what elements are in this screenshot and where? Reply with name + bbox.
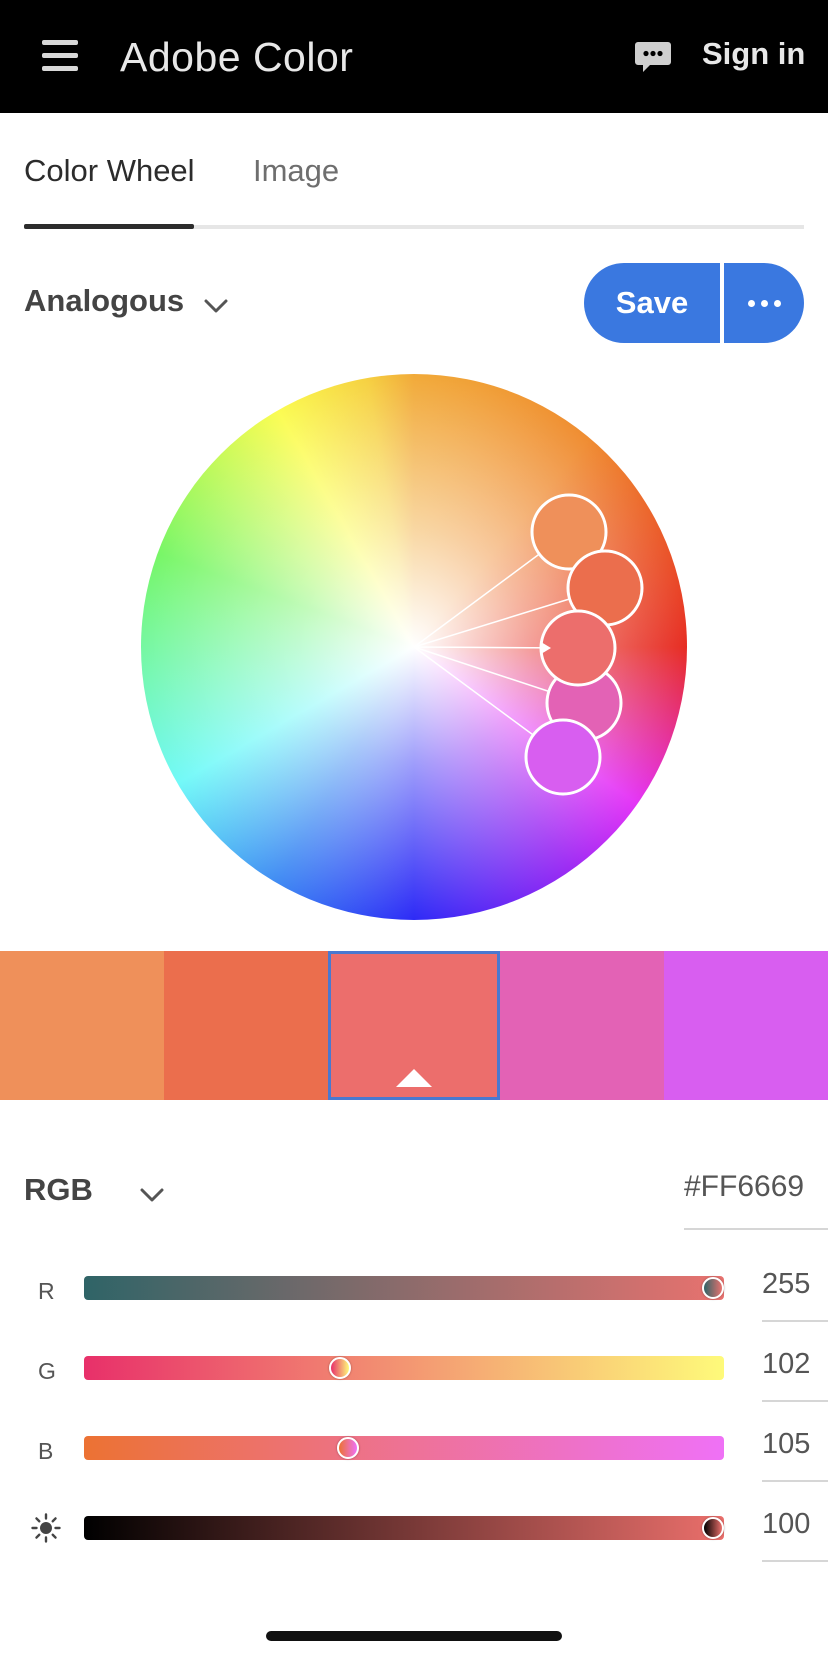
- color-wheel-handle[interactable]: [524, 718, 602, 796]
- color-wheel[interactable]: [141, 374, 687, 920]
- hex-input[interactable]: #FF6669: [684, 1170, 828, 1230]
- chat-bubble-icon[interactable]: [634, 40, 672, 74]
- slider-label: R: [38, 1278, 55, 1304]
- palette-swatch[interactable]: [664, 951, 828, 1100]
- palette-swatch[interactable]: [500, 951, 664, 1100]
- chevron-down-icon: [140, 1188, 164, 1202]
- harmony-rule-label: Analogous: [24, 283, 185, 318]
- slider-value-input[interactable]: 100: [762, 1502, 828, 1562]
- more-options-button[interactable]: [724, 263, 804, 343]
- home-indicator: [266, 1631, 562, 1641]
- slider-row: B 105: [0, 1412, 828, 1492]
- save-button[interactable]: Save: [584, 263, 720, 343]
- slider-track[interactable]: [84, 1276, 724, 1300]
- tab-image[interactable]: Image: [253, 153, 339, 189]
- slider-track[interactable]: [84, 1516, 724, 1540]
- tab-bar: Color Wheel Image: [24, 113, 804, 230]
- chevron-down-icon: [204, 299, 228, 313]
- hamburger-menu-icon[interactable]: [42, 40, 78, 72]
- slider-track[interactable]: [84, 1356, 724, 1380]
- slider-thumb[interactable]: [329, 1357, 351, 1379]
- slider-thumb[interactable]: [702, 1517, 724, 1539]
- sign-in-link[interactable]: Sign in: [702, 36, 805, 72]
- color-mode-dropdown[interactable]: RGB: [24, 1172, 164, 1216]
- slider-value-input[interactable]: 255: [762, 1262, 828, 1322]
- palette-swatch[interactable]: [0, 951, 164, 1100]
- slider-row: 100: [0, 1492, 828, 1572]
- slider-value-input[interactable]: 105: [762, 1422, 828, 1482]
- slider-label: B: [38, 1438, 54, 1464]
- slider-track[interactable]: [84, 1436, 724, 1460]
- brightness-icon: [31, 1513, 61, 1543]
- selected-swatch-indicator: [396, 1069, 432, 1087]
- slider-thumb[interactable]: [336, 1437, 359, 1459]
- slider-thumb[interactable]: [702, 1277, 724, 1299]
- palette-swatch[interactable]: [164, 951, 328, 1100]
- palette-swatch[interactable]: [328, 951, 500, 1100]
- slider-value-input[interactable]: 102: [762, 1342, 828, 1402]
- slider-label: G: [38, 1358, 56, 1384]
- tab-color-wheel[interactable]: Color Wheel: [24, 153, 195, 189]
- palette-swatches: [0, 951, 828, 1100]
- color-wheel-markers: [413, 493, 644, 796]
- color-mode-label: RGB: [24, 1172, 93, 1207]
- app-header: Adobe Color Sign in: [0, 0, 828, 113]
- slider-row: G 102: [0, 1332, 828, 1412]
- color-wheel-handle[interactable]: [539, 609, 617, 687]
- slider-row: R 255: [0, 1252, 828, 1332]
- harmony-rule-dropdown[interactable]: Analogous: [24, 283, 228, 327]
- app-title: Adobe Color: [120, 34, 354, 80]
- active-tab-indicator: [24, 224, 194, 229]
